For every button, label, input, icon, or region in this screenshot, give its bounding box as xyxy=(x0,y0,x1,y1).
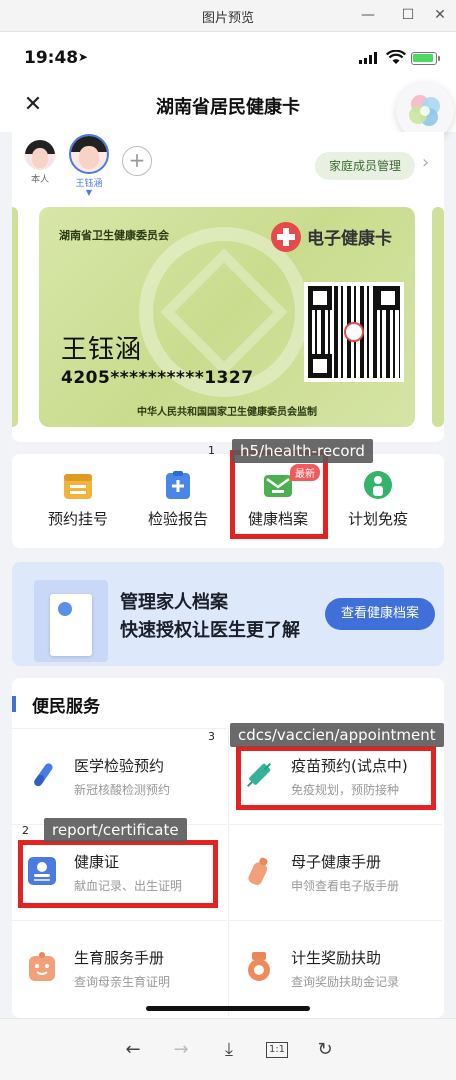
card-supervisor: 中华人民共和国国家卫生健康委员会监制 xyxy=(137,407,317,418)
calendar-icon xyxy=(63,470,93,500)
clipboard-plus-icon xyxy=(163,470,193,500)
view-health-record-button[interactable]: 查看健康档案 xyxy=(325,598,435,630)
location-arrow-icon: ➤ xyxy=(78,50,89,64)
card-issuer: 湖南省卫生健康委员会 xyxy=(59,229,169,242)
close-window-button[interactable]: ✕ xyxy=(428,3,452,27)
card-title: 电子健康卡 xyxy=(307,229,392,249)
phone-screen: 19:48 ➤ ✕ 湖南省居民健康卡 本人 王钰涵 ▼ + 家庭成员管理 › 湖… xyxy=(0,32,456,1080)
test-tube-icon xyxy=(26,759,58,791)
member-name: 本人 xyxy=(30,175,49,185)
service-family-planning-reward[interactable]: 计生奖励扶助 查询奖励扶助金记录 xyxy=(228,920,442,1016)
status-time: 19:48 xyxy=(24,48,79,68)
home-indicator[interactable] xyxy=(146,1006,310,1011)
service-title: 生育服务手册 xyxy=(74,949,165,967)
card-holder-name: 王钰涵 xyxy=(61,335,143,365)
quick-actions: 预约挂号 检验报告 最新 健康档案 计划免疫 xyxy=(12,454,444,548)
avatar xyxy=(25,140,55,170)
banner-subline: 快速授权让医生更了解 xyxy=(120,620,300,641)
quick-lab-report[interactable]: 检验报告 xyxy=(128,470,228,529)
annotation-box-vaccine xyxy=(236,746,436,810)
viewer-toolbar: ← → ⤓ 1:1 ↻ xyxy=(0,1018,456,1080)
page-title: 湖南省居民健康卡 xyxy=(156,97,300,118)
next-card-edge[interactable] xyxy=(432,207,444,427)
banner-headline: 管理家人档案 xyxy=(120,592,228,613)
medal-icon xyxy=(243,951,275,983)
member-self[interactable]: 本人 xyxy=(20,140,60,185)
family-management-button[interactable]: 家庭成员管理 xyxy=(315,152,415,180)
service-subtitle: 新冠核酸检测预约 xyxy=(74,783,171,797)
prev-card-edge[interactable] xyxy=(12,207,18,427)
actual-size-label: 1:1 xyxy=(265,1042,289,1058)
service-title: 计生奖励扶助 xyxy=(291,949,382,967)
quick-immunization[interactable]: 计划免疫 xyxy=(328,470,428,529)
section-accent-bar xyxy=(12,696,16,712)
member-selected[interactable]: 王钰涵 ▼ xyxy=(68,134,110,197)
service-maternal-handbook[interactable]: 母子健康手册 申领查看电子版手册 xyxy=(228,824,442,920)
red-cross-icon xyxy=(271,222,301,252)
back-icon[interactable]: ← xyxy=(120,1037,146,1063)
service-subtitle: 查询母亲生育证明 xyxy=(74,975,171,989)
quick-label: 预约挂号 xyxy=(47,510,108,528)
service-title: 母子健康手册 xyxy=(291,853,382,871)
service-subtitle: 查询奖励扶助金记录 xyxy=(291,975,400,989)
battery-icon xyxy=(411,52,440,65)
qr-code[interactable] xyxy=(304,282,404,382)
quick-label: 检验报告 xyxy=(147,510,208,528)
avatar xyxy=(69,134,109,174)
baby-face-icon xyxy=(26,951,58,983)
forward-icon[interactable]: → xyxy=(168,1037,194,1063)
document-illustration xyxy=(34,580,108,662)
maximize-button[interactable]: ☐ xyxy=(396,3,420,27)
annotation-number: 1 xyxy=(208,444,215,457)
service-title: 医学检验预约 xyxy=(74,757,165,775)
quick-appointment[interactable]: 预约挂号 xyxy=(28,470,128,529)
window-titlebar: 图片预览 — ☐ ✕ xyxy=(0,0,456,32)
status-bar: 19:48 ➤ xyxy=(0,32,456,80)
services-title: 便民服务 xyxy=(32,697,100,717)
annotation-number: 2 xyxy=(22,824,29,837)
card-id-number: 4205**********1327 xyxy=(61,368,254,388)
e-health-card[interactable]: 湖南省卫生健康委员会 电子健康卡 王钰涵 4205**********1327 … xyxy=(39,207,415,427)
service-fertility-handbook[interactable]: 生育服务手册 查询母亲生育证明 xyxy=(12,920,226,1016)
annotation-tag: h5/health-record xyxy=(232,439,373,463)
qr-center-logo-icon xyxy=(344,322,364,342)
window-title: 图片预览 xyxy=(201,11,254,26)
nav-bar: ✕ 湖南省居民健康卡 xyxy=(0,80,456,140)
family-record-banner[interactable]: 管理家人档案 快速授权让医生更了解 查看健康档案 xyxy=(12,562,444,666)
annotation-tag: report/certificate xyxy=(44,818,187,842)
health-card-section: 本人 王钰涵 ▼ + 家庭成员管理 › 湖南省卫生健康委员会 电子健康卡 王钰涵… xyxy=(12,132,444,442)
actual-size-icon[interactable]: 1:1 xyxy=(264,1037,290,1063)
cellular-signal-icon xyxy=(359,52,377,64)
annotation-box-health-record xyxy=(230,450,328,539)
service-subtitle: 申领查看电子版手册 xyxy=(291,879,400,893)
wifi-icon xyxy=(386,50,406,64)
chevron-right-icon[interactable]: › xyxy=(422,152,429,173)
annotation-tag: cdcs/vaccien/appointment xyxy=(230,723,444,747)
caret-down-icon: ▼ xyxy=(85,188,93,197)
service-lab-appointment[interactable]: 医学检验预约 新冠核酸检测预约 xyxy=(12,728,226,824)
refresh-icon[interactable]: ↻ xyxy=(312,1037,338,1063)
baby-bottle-icon xyxy=(243,855,275,887)
quick-label: 计划免疫 xyxy=(347,510,408,528)
annotation-number: 3 xyxy=(208,730,215,743)
vaccine-person-icon xyxy=(363,470,393,500)
download-icon[interactable]: ⤓ xyxy=(216,1037,242,1063)
minimize-button[interactable]: — xyxy=(356,3,380,27)
annotation-box-certificate xyxy=(18,840,218,908)
add-member-button[interactable]: + xyxy=(122,146,152,176)
